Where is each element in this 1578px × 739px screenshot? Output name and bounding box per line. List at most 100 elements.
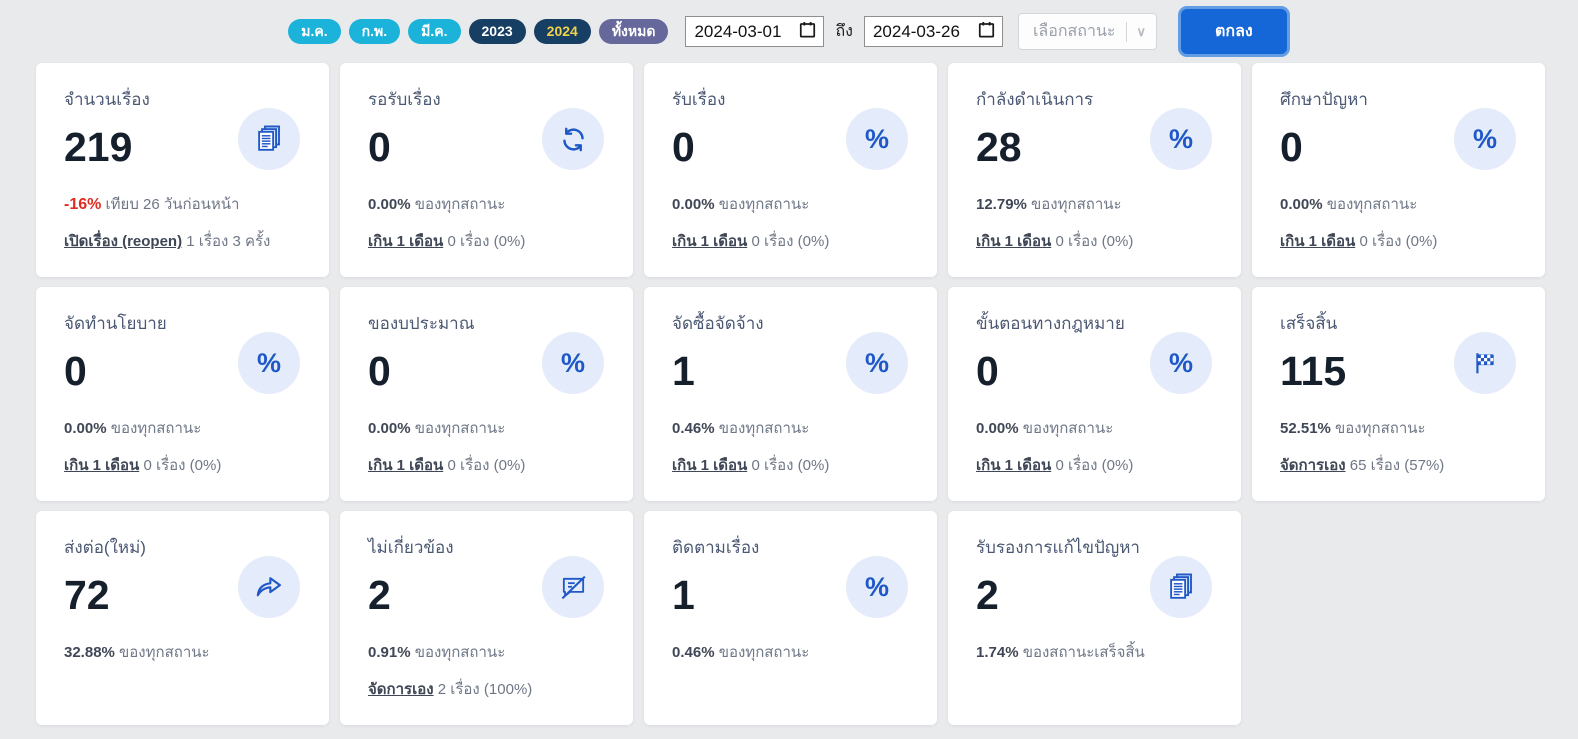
percent-suffix: ของทุกสถานะ (119, 644, 210, 662)
card-percent-line: 0.00% ของทุกสถานะ (64, 416, 301, 440)
date-to-input[interactable] (872, 21, 973, 42)
card-link-suffix: 0 เรื่อง (0%) (751, 233, 830, 251)
calendar-icon[interactable] (798, 20, 817, 44)
card-link[interactable]: เกิน 1 เดือน (672, 233, 747, 250)
percent-value: 0.00% (64, 420, 107, 438)
stat-card: ส่งต่อ(ใหม่) 72 32.88% ของทุกสถานะ (36, 511, 329, 725)
stat-card: จัดซื้อจัดจ้าง 1% 0.46% ของทุกสถานะ เกิน 1 … (644, 287, 937, 501)
card-percent-line: 12.79% ของทุกสถานะ (976, 192, 1213, 216)
card-percent-line: 0.46% ของทุกสถานะ (672, 640, 909, 664)
percent-value: 0.00% (976, 420, 1019, 438)
card-link-line: เกิน 1 เดือน 0 เรื่อง (0%) (672, 453, 909, 477)
status-select[interactable]: เลือกสถานะ ∨ (1017, 13, 1158, 50)
percent-suffix: ของทุกสถานะ (718, 196, 810, 214)
stat-card: ของบประมาณ 0% 0.00% ของทุกสถานะ เกิน 1 เดือ… (340, 287, 633, 501)
percent-value: 0.46% (672, 644, 715, 662)
card-link-line: จัดการเอง 65 เรื่อง (57%) (1280, 453, 1517, 477)
submit-button[interactable]: ตกลง (1178, 6, 1290, 57)
card-link[interactable]: จัดการเอง (368, 681, 434, 698)
status-select-placeholder: เลือกสถานะ (1032, 23, 1116, 40)
card-link-line: เกิน 1 เดือน 0 เรื่อง (0%) (368, 453, 605, 477)
refresh-icon (542, 108, 604, 170)
stat-card: ขั้นตอนทางกฎหมาย 0% 0.00% ของทุกสถานะ เกิน … (948, 287, 1241, 501)
percent-suffix: ของทุกสถานะ (1022, 420, 1114, 438)
percent-icon: % (1150, 108, 1212, 170)
percent-icon: % (1150, 332, 1212, 394)
stat-card: รอรับเรื่อง 0 0.00% ของทุกสถานะ เกิน 1 เดือ… (340, 63, 633, 277)
documents-icon (238, 108, 300, 170)
card-link-line: เปิดเรื่อง (reopen) 1 เรื่อง 3 ครั้ง (64, 229, 301, 253)
card-percent-line: 1.74% ของสถานะเสร็จสิ้น (976, 640, 1213, 664)
card-percent-line: 0.00% ของทุกสถานะ (672, 192, 909, 216)
percent-value: 0.00% (672, 196, 715, 214)
card-link-suffix: 0 เรื่อง (0%) (1055, 233, 1134, 251)
filter-chip[interactable]: ทั้งหมด (598, 18, 669, 45)
card-link[interactable]: เกิน 1 เดือน (976, 233, 1051, 250)
card-link-line: เกิน 1 เดือน 0 เรื่อง (0%) (1280, 229, 1517, 253)
card-link-suffix: 0 เรื่อง (0%) (751, 457, 830, 475)
percent-value: 0.00% (368, 420, 411, 438)
filter-chips: ม.ค. ก.พ. มี.ค. 2023 2024 ทั้งหมด (288, 18, 669, 45)
card-percent-line: 0.91% ของทุกสถานะ (368, 640, 605, 664)
card-link[interactable]: เกิน 1 เดือน (64, 457, 139, 474)
percent-suffix: ของทุกสถานะ (1326, 196, 1418, 214)
card-link[interactable]: เกิน 1 เดือน (672, 457, 747, 474)
card-link[interactable]: เปิดเรื่อง (reopen) (64, 233, 182, 250)
stat-card: ศึกษาปัญหา 0% 0.00% ของทุกสถานะ เกิน 1 เดือ… (1252, 63, 1545, 277)
card-percent-line: 52.51% ของทุกสถานะ (1280, 416, 1517, 440)
card-link[interactable]: เกิน 1 เดือน (368, 233, 443, 250)
card-percent-line: 0.00% ของทุกสถานะ (976, 416, 1213, 440)
card-link-line: เกิน 1 เดือน 0 เรื่อง (0%) (64, 453, 301, 477)
card-link-suffix: 0 เรื่อง (0%) (447, 457, 526, 475)
card-link-suffix: 65 เรื่อง (57%) (1349, 457, 1445, 475)
card-link[interactable]: เกิน 1 เดือน (368, 457, 443, 474)
filter-chip[interactable]: 2023 (468, 18, 526, 45)
filter-chip[interactable]: 2024 (533, 18, 591, 45)
percent-icon: % (846, 556, 908, 618)
calendar-icon[interactable] (977, 20, 996, 44)
percent-suffix: ของทุกสถานะ (110, 420, 202, 438)
stat-card: เสร็จสิ้น 115 52.51% ของทุกสถานะ จัดการเอง … (1252, 287, 1545, 501)
card-link[interactable]: เกิน 1 เดือน (1280, 233, 1355, 250)
card-percent-line: 0.00% ของทุกสถานะ (1280, 192, 1517, 216)
percent-value: 0.00% (368, 196, 411, 214)
card-link[interactable]: จัดการเอง (1280, 457, 1346, 474)
documents-icon (1150, 556, 1212, 618)
percent-value: 0.00% (1280, 196, 1323, 214)
card-link-suffix: 0 เรื่อง (0%) (143, 457, 222, 475)
percent-suffix: ของทุกสถานะ (1335, 420, 1426, 438)
card-link-line: เกิน 1 เดือน 0 เรื่อง (0%) (976, 453, 1213, 477)
stat-card: รับรองการแก้ไขปัญหา 2 1.74% ของสถานะเสร็จส… (948, 511, 1241, 725)
card-link[interactable]: เกิน 1 เดือน (976, 457, 1051, 474)
card-link-line: เกิน 1 เดือน 0 เรื่อง (0%) (672, 229, 909, 253)
percent-suffix: ของทุกสถานะ (718, 420, 810, 438)
date-to-field[interactable] (863, 16, 1003, 47)
stat-cards-grid: จำนวนเรื่อง 219 -16% เทียบ 26 วันก่อนหน้าเ… (0, 63, 1578, 739)
percent-icon: % (1454, 108, 1516, 170)
card-link-suffix: 0 เรื่อง (0%) (1055, 457, 1134, 475)
filter-chip[interactable]: ม.ค. (288, 18, 341, 45)
stat-card: จัดทำนโยบาย 0% 0.00% ของทุกสถานะ เกิน 1 เดื… (36, 287, 329, 501)
card-link-suffix: 1 เรื่อง 3 ครั้ง (186, 233, 271, 251)
percent-value: 0.91% (368, 644, 411, 662)
percent-value: 32.88% (64, 644, 115, 662)
filter-chip[interactable]: ก.พ. (348, 18, 401, 45)
card-delta-line: -16% เทียบ 26 วันก่อนหน้า (64, 192, 301, 216)
card-link-suffix: 2 เรื่อง (100%) (437, 681, 533, 699)
percent-value: 0.46% (672, 420, 715, 438)
card-link-line: เกิน 1 เดือน 0 เรื่อง (0%) (368, 229, 605, 253)
percent-suffix: ของทุกสถานะ (414, 196, 506, 214)
card-link-line: เกิน 1 เดือน 0 เรื่อง (0%) (976, 229, 1213, 253)
delta-suffix: เทียบ 26 วันก่อนหน้า (105, 196, 240, 214)
filter-toolbar: ม.ค. ก.พ. มี.ค. 2023 2024 ทั้งหมด ถึง เลือกสถ… (0, 0, 1578, 63)
message-slash-icon (542, 556, 604, 618)
filter-chip[interactable]: มี.ค. (408, 18, 461, 45)
date-from-field[interactable] (685, 16, 825, 47)
share-icon (238, 556, 300, 618)
date-from-input[interactable] (694, 21, 795, 42)
percent-suffix: ของทุกสถานะ (1031, 196, 1122, 214)
percent-value: 1.74% (976, 644, 1019, 662)
percent-icon: % (846, 332, 908, 394)
card-percent-line: 0.00% ของทุกสถานะ (368, 192, 605, 216)
percent-suffix: ของทุกสถานะ (718, 644, 810, 662)
